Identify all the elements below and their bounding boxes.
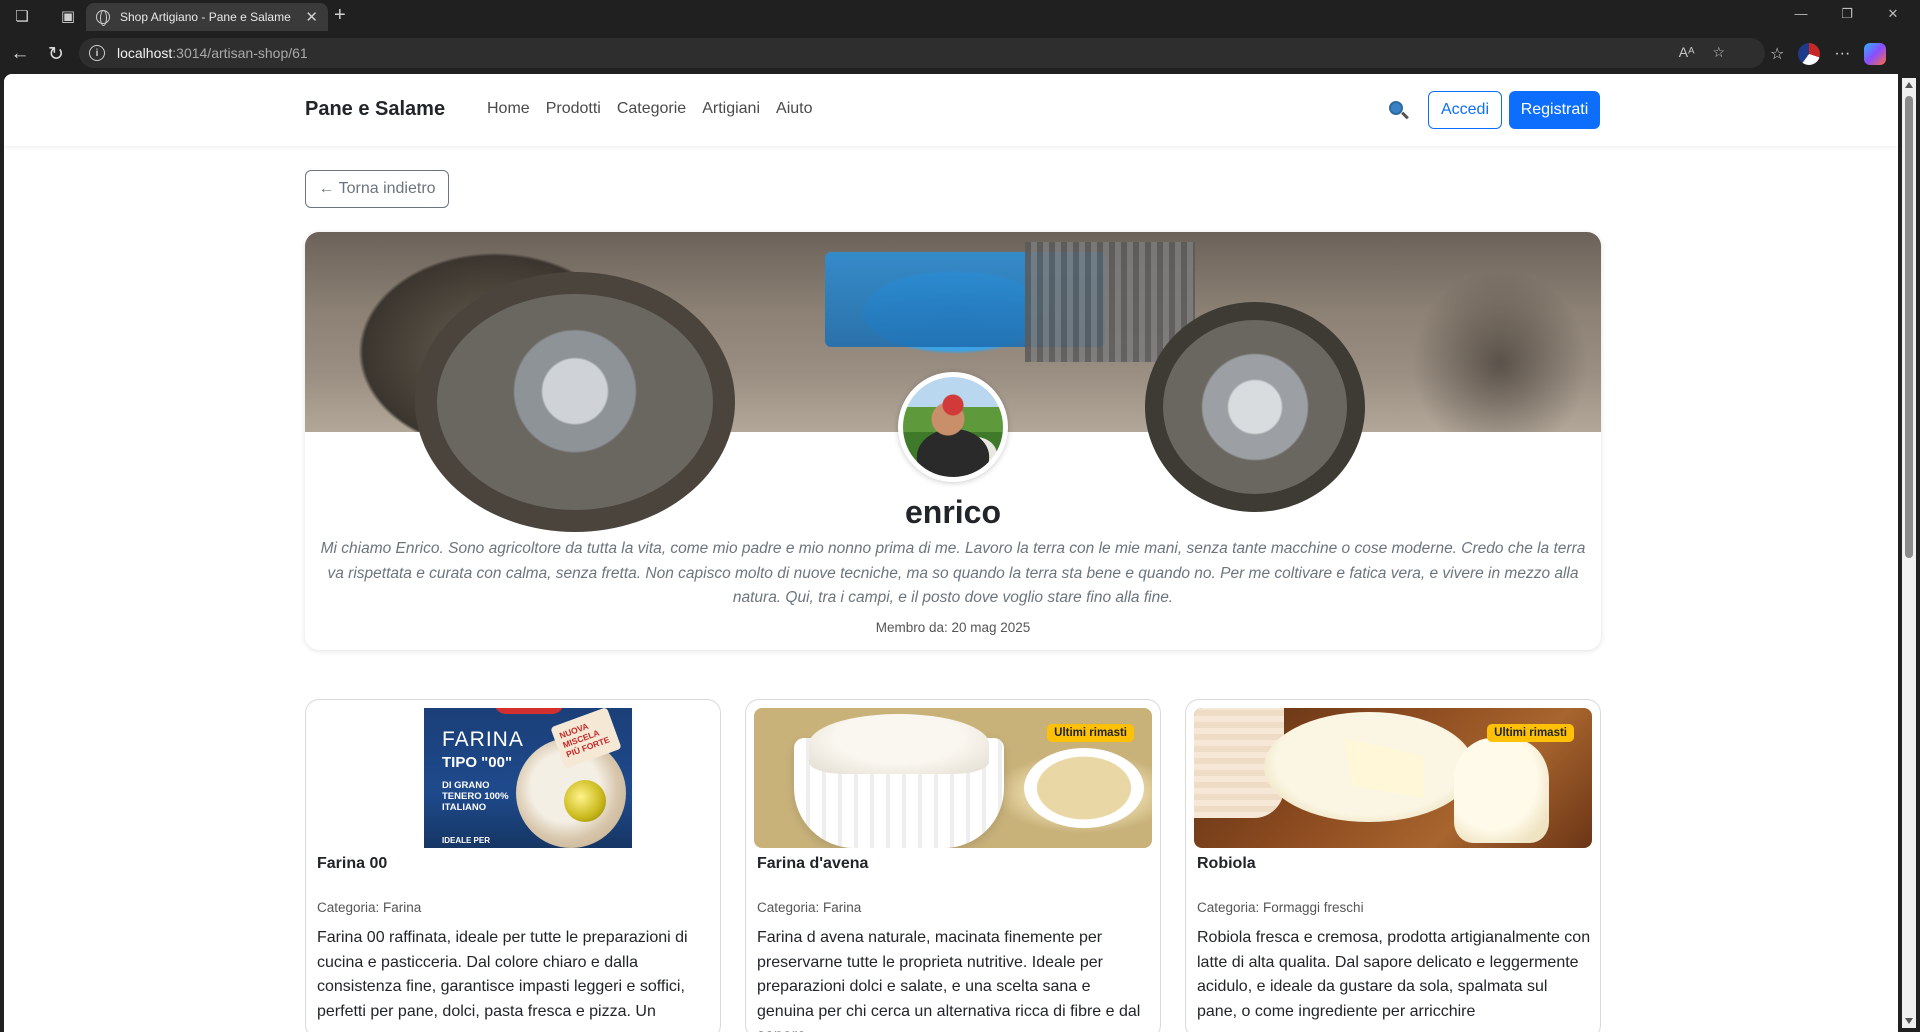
product-description: Robiola fresca e cremosa, prodotta artig… [1197,929,1591,1020]
member-since: Membro da: 20 mag 2025 [875,620,1031,635]
more-options-icon[interactable]: ··· [1834,45,1850,63]
package-text: FARINA [442,728,524,751]
tab-actions-icon[interactable]: ▣ [54,2,82,30]
package-text: TIPO "00" [442,754,513,771]
reload-icon[interactable]: ↻ [40,38,72,70]
tab-bar: ❏ ▣ Shop Artigiano - Pane e Salame ✕ + —… [0,0,1920,31]
nav-home[interactable]: Home [487,100,530,118]
back-button[interactable]: ← Torna indietro [305,170,449,208]
login-button[interactable]: Accedi [1428,91,1502,129]
product-card[interactable]: FARINA TIPO "00" DI GRANO TENERO 100% IT… [305,699,721,1032]
register-button[interactable]: Registrati [1509,91,1600,129]
address-bar-row: ← ↻ i localhost :3014/artisan-shop/61 Aᴬ… [0,36,1920,72]
product-image[interactable]: Ultimi rimasti [754,708,1152,848]
scroll-down-icon[interactable] [1905,1018,1913,1024]
nav-categorie[interactable]: Categorie [617,100,686,118]
address-bar-actions: Aᴬ ☆ [1679,44,1725,61]
product-category: Categoria: Farina [757,900,862,915]
product-name[interactable]: Robiola [1197,855,1256,873]
scroll-up-icon[interactable] [1905,82,1913,88]
product-name[interactable]: Farina d'avena [757,855,868,873]
minimize-icon[interactable]: — [1778,6,1824,22]
stock-badge: Ultimi rimasti [1487,724,1574,742]
artisan-bio: Mi chiamo Enrico. Sono agricoltore da tu… [320,540,1586,606]
page-scrollbar[interactable] [1902,78,1916,1028]
product-category: Categoria: Farina [317,900,422,915]
product-card[interactable]: Ultimi rimasti Farina d'avena Categoria:… [745,699,1161,1032]
favorites-icon[interactable]: ☆ [1770,44,1784,64]
browser-tab[interactable]: Shop Artigiano - Pane e Salame ✕ [86,3,328,31]
site-navbar: Pane e Salame Home Prodotti Categorie Ar… [4,74,1898,146]
favorite-star-icon[interactable]: ☆ [1712,44,1725,61]
nav-prodotti[interactable]: Prodotti [546,100,601,118]
site-brand[interactable]: Pane e Salame [305,98,445,121]
read-aloud-icon[interactable]: Aᴬ [1679,44,1695,61]
page-viewport: Pane e Salame Home Prodotti Categorie Ar… [4,74,1898,1032]
url-path: :3014/artisan-shop/61 [172,45,308,61]
package-text: DI GRANO TENERO 100% ITALIANO [442,780,509,813]
workspaces-icon[interactable]: ❏ [8,2,36,30]
product-description: Farina 00 raffinata, ideale per tutte le… [317,929,688,1020]
nav-aiuto[interactable]: Aiuto [776,100,812,118]
close-window-icon[interactable]: ✕ [1870,6,1916,22]
profile-avatar[interactable] [1798,43,1821,65]
browser-chrome: ❏ ▣ Shop Artigiano - Pane e Salame ✕ + —… [0,0,1920,74]
back-arrow-icon[interactable]: ← [4,38,36,70]
product-card[interactable]: Ultimi rimasti Robiola Categoria: Formag… [1185,699,1601,1032]
browser-toolbar: ☆ ··· [1770,36,1887,72]
url-host: localhost [117,45,173,61]
product-description: Farina d avena naturale, macinata fineme… [757,929,1141,1032]
package-sticker-text: NUOVA MISCELA PIÙ FORTE [557,720,611,760]
address-bar[interactable]: i localhost :3014/artisan-shop/61 Aᴬ ☆ [79,38,1765,68]
globe-icon [96,9,110,26]
nav-artigiani[interactable]: Artigiani [702,100,760,118]
scrollbar-thumb[interactable] [1905,96,1913,558]
stock-badge: Ultimi rimasti [1047,724,1134,742]
artisan-avatar [898,372,1008,482]
tab-title: Shop Artigiano - Pane e Salame [120,10,291,24]
close-tab-icon[interactable]: ✕ [305,8,318,26]
main-nav: Home Prodotti Categorie Artigiani Aiuto [487,100,812,118]
product-image[interactable]: Ultimi rimasti [1194,708,1592,848]
product-category: Categoria: Formaggi freschi [1197,900,1364,915]
site-info-icon[interactable]: i [89,45,105,61]
product-image[interactable]: FARINA TIPO "00" DI GRANO TENERO 100% IT… [314,708,712,848]
package-text: IDEALE PER [442,836,491,845]
artisan-profile-card: enrico Mi chiamo Enrico. Sono agricoltor… [305,232,1601,650]
restore-icon[interactable]: ❐ [1824,6,1870,22]
window-controls: — ❐ ✕ [1778,6,1916,22]
artisan-name: enrico [904,494,1002,530]
copilot-icon[interactable] [1864,43,1887,65]
new-tab-icon[interactable]: + [334,4,346,27]
product-name[interactable]: Farina 00 [317,855,387,873]
search-icon[interactable] [1388,100,1410,122]
